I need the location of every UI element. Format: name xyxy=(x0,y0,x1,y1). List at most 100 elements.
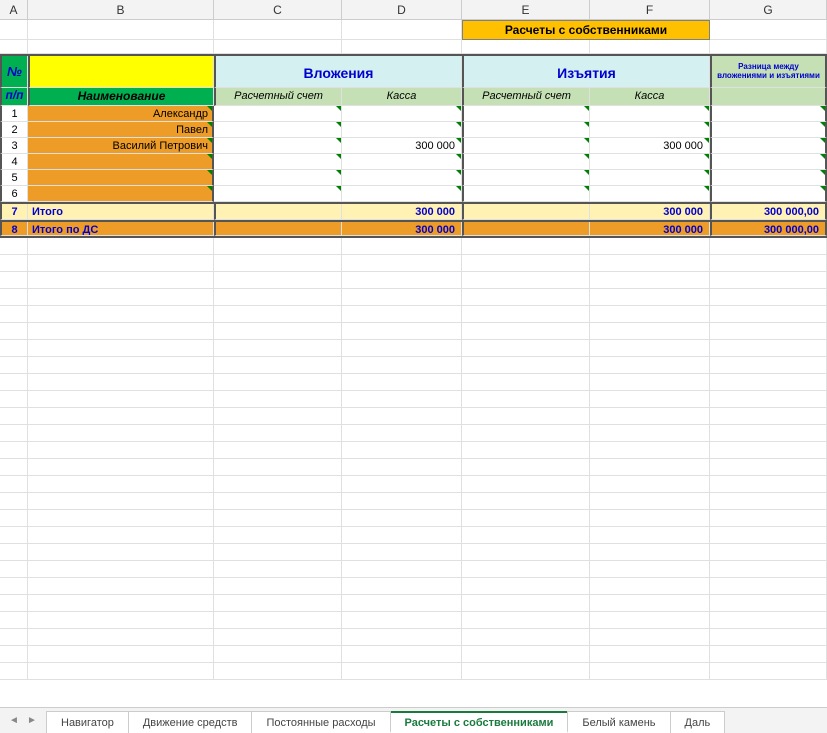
col-header-E[interactable]: E xyxy=(462,0,590,19)
tab-расчеты-с-собственниками[interactable]: Расчеты с собственниками xyxy=(390,711,569,733)
cell[interactable] xyxy=(710,544,827,561)
cell[interactable] xyxy=(214,255,342,272)
col-header-D[interactable]: D xyxy=(342,0,462,19)
total-d[interactable]: 300 000 xyxy=(342,204,462,220)
cell[interactable] xyxy=(462,561,590,578)
cell[interactable] xyxy=(710,578,827,595)
cell[interactable] xyxy=(214,561,342,578)
cell[interactable] xyxy=(462,476,590,493)
cell[interactable] xyxy=(710,20,827,40)
cell[interactable] xyxy=(28,323,214,340)
cell[interactable] xyxy=(342,544,462,561)
cell[interactable] xyxy=(214,510,342,527)
row-name[interactable]: Василий Петрович xyxy=(28,138,214,154)
total-ds-g[interactable]: 300 000,00 xyxy=(710,222,827,236)
row-invest-account[interactable] xyxy=(214,106,342,122)
cell[interactable] xyxy=(590,255,710,272)
cell[interactable] xyxy=(214,340,342,357)
cell[interactable] xyxy=(214,40,342,54)
cell[interactable] xyxy=(342,255,462,272)
cell[interactable] xyxy=(28,544,214,561)
col-header-C[interactable]: C xyxy=(214,0,342,19)
cell[interactable] xyxy=(28,425,214,442)
cell[interactable] xyxy=(214,527,342,544)
cell[interactable] xyxy=(710,323,827,340)
cell[interactable] xyxy=(28,663,214,680)
cell[interactable] xyxy=(342,510,462,527)
cell[interactable] xyxy=(342,663,462,680)
cell[interactable] xyxy=(710,476,827,493)
cell[interactable] xyxy=(710,357,827,374)
cell[interactable] xyxy=(710,289,827,306)
row-invest-account[interactable] xyxy=(214,170,342,186)
cell[interactable] xyxy=(28,646,214,663)
cell[interactable] xyxy=(214,391,342,408)
cell[interactable] xyxy=(0,459,28,476)
cell[interactable] xyxy=(0,425,28,442)
cell[interactable] xyxy=(462,578,590,595)
cell[interactable] xyxy=(342,40,462,54)
cell[interactable] xyxy=(342,357,462,374)
cell[interactable] xyxy=(710,391,827,408)
cell[interactable] xyxy=(0,442,28,459)
cell[interactable] xyxy=(342,442,462,459)
cell[interactable] xyxy=(710,40,827,54)
cell[interactable] xyxy=(28,510,214,527)
cell[interactable] xyxy=(28,493,214,510)
row-num[interactable]: 5 xyxy=(0,170,28,186)
cell[interactable] xyxy=(214,459,342,476)
cell[interactable] xyxy=(214,289,342,306)
cell[interactable] xyxy=(0,561,28,578)
cell[interactable] xyxy=(462,408,590,425)
cell[interactable] xyxy=(214,323,342,340)
cell[interactable] xyxy=(710,510,827,527)
col-header-A[interactable]: A xyxy=(0,0,28,19)
cell[interactable] xyxy=(214,442,342,459)
total-ds-d[interactable]: 300 000 xyxy=(342,222,462,236)
cell[interactable] xyxy=(590,391,710,408)
cell[interactable] xyxy=(342,306,462,323)
cell[interactable] xyxy=(214,20,342,40)
row-withdraw-account[interactable] xyxy=(462,138,590,154)
cell[interactable] xyxy=(710,306,827,323)
row-invest-cash[interactable] xyxy=(342,122,462,138)
cell[interactable] xyxy=(462,374,590,391)
cell[interactable] xyxy=(342,425,462,442)
cell[interactable] xyxy=(342,595,462,612)
row-num[interactable]: 1 xyxy=(0,106,28,122)
cell[interactable] xyxy=(0,646,28,663)
cell[interactable] xyxy=(28,374,214,391)
cell[interactable] xyxy=(28,238,214,255)
cell[interactable] xyxy=(590,425,710,442)
cell[interactable] xyxy=(214,646,342,663)
cell[interactable] xyxy=(590,408,710,425)
cell[interactable] xyxy=(590,561,710,578)
row-withdraw-cash[interactable] xyxy=(590,122,710,138)
cell[interactable] xyxy=(710,561,827,578)
cell[interactable] xyxy=(590,663,710,680)
cell[interactable] xyxy=(28,459,214,476)
cell[interactable] xyxy=(342,561,462,578)
cell[interactable] xyxy=(342,629,462,646)
cell[interactable] xyxy=(0,527,28,544)
cell[interactable] xyxy=(0,663,28,680)
cell[interactable] xyxy=(28,272,214,289)
total-num[interactable]: 7 xyxy=(0,204,28,220)
cell[interactable] xyxy=(342,646,462,663)
cell[interactable] xyxy=(462,40,590,54)
cell[interactable] xyxy=(28,340,214,357)
cell[interactable] xyxy=(0,255,28,272)
cell[interactable] xyxy=(28,629,214,646)
tab-даль[interactable]: Даль xyxy=(670,711,726,733)
cell[interactable] xyxy=(0,357,28,374)
cell[interactable] xyxy=(0,340,28,357)
cell[interactable] xyxy=(28,578,214,595)
cell[interactable] xyxy=(28,40,214,54)
cell[interactable] xyxy=(28,408,214,425)
cell[interactable] xyxy=(590,357,710,374)
cell[interactable] xyxy=(342,493,462,510)
cell[interactable] xyxy=(214,425,342,442)
cell[interactable] xyxy=(462,357,590,374)
total-ds-num[interactable]: 8 xyxy=(0,222,28,236)
cell[interactable] xyxy=(462,340,590,357)
